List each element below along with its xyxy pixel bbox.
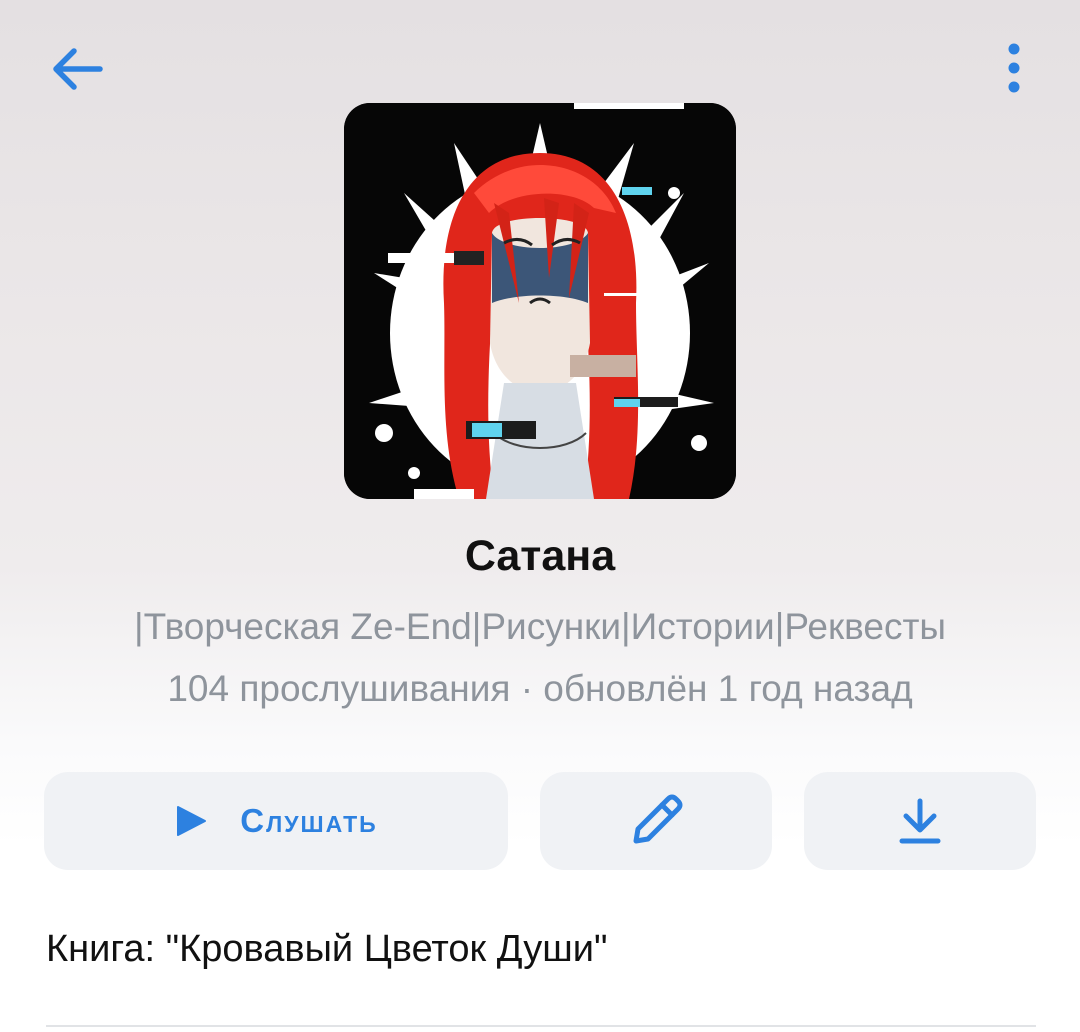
playlist-meta: 104 прослушивания · обновлён 1 год назад: [167, 668, 913, 709]
playlist-subtitle[interactable]: |Творческая Ze-End|Рисунки|Истории|Рекве…: [0, 606, 1080, 648]
divider: [46, 1025, 1036, 1027]
playlist-cover[interactable]: [344, 103, 736, 499]
back-button[interactable]: [46, 40, 110, 100]
edit-button[interactable]: [540, 772, 772, 870]
download-icon: [899, 798, 941, 844]
more-options-button[interactable]: [990, 40, 1038, 96]
download-button[interactable]: [804, 772, 1036, 870]
pencil-icon: [633, 794, 683, 844]
more-vertical-icon: [1008, 43, 1020, 93]
anime-character-artwork: [344, 103, 736, 499]
listen-label: Слушать: [240, 802, 378, 839]
play-icon: [177, 806, 207, 836]
description-book: Книга: "Кровавый Цветок Души": [46, 928, 608, 970]
arrow-left-icon: [53, 48, 103, 90]
listen-button[interactable]: Слушать: [44, 772, 508, 870]
playlist-title: Сатана: [464, 532, 616, 580]
